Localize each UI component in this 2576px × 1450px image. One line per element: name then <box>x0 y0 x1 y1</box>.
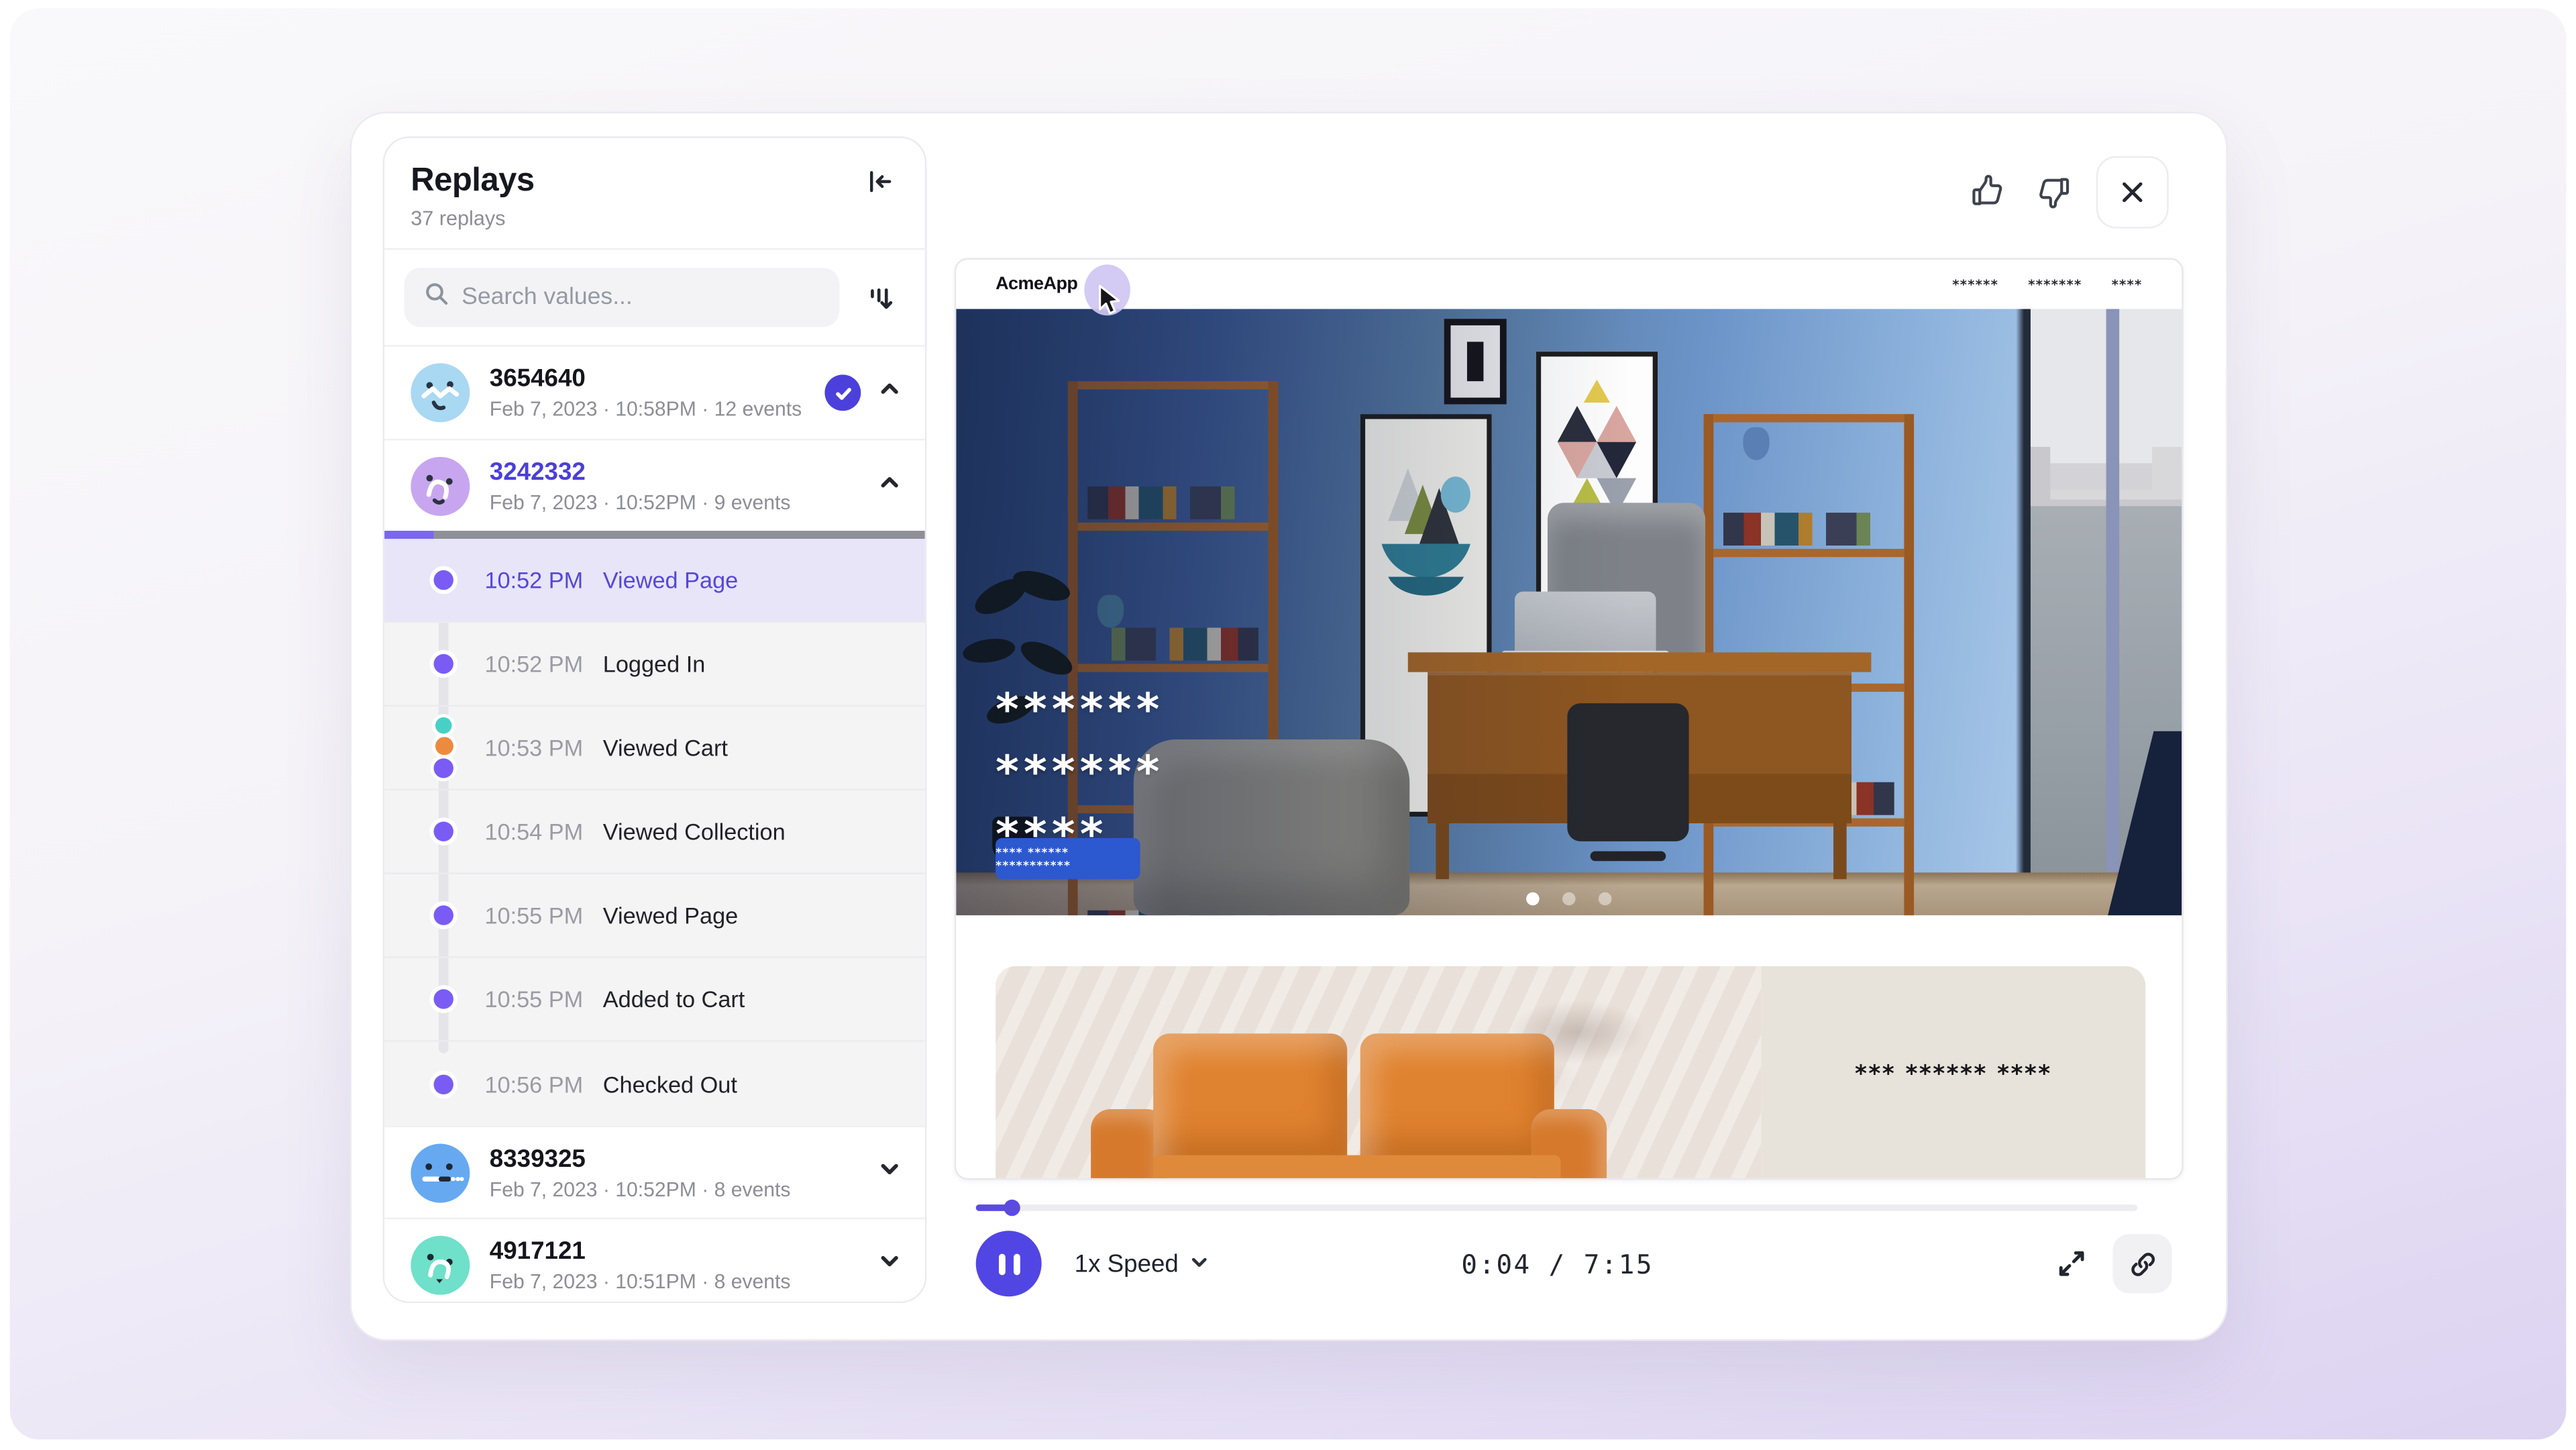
collapse-panel-icon <box>864 177 896 202</box>
event-label: Viewed Cart <box>603 735 728 761</box>
chevron-up-icon[interactable] <box>877 376 902 409</box>
event-time: 10:52 PM <box>484 567 602 593</box>
thumbs-down-button[interactable] <box>2031 169 2077 215</box>
event-time: 10:55 PM <box>484 986 602 1012</box>
search-row <box>384 250 925 345</box>
replays-sidebar: Replays 37 replays <box>383 136 927 1303</box>
product-text-panel: *** ****** **** <box>1761 966 2145 1180</box>
search-box <box>404 268 839 327</box>
event-row[interactable]: 10:54 PM Viewed Collection <box>384 790 925 874</box>
collapse-sidebar-button[interactable] <box>861 162 898 200</box>
avatar <box>411 1143 470 1202</box>
playback-time: 0:04 / 7:15 <box>976 1248 2139 1280</box>
sort-button[interactable] <box>853 278 905 316</box>
event-label: Logged In <box>603 651 706 677</box>
session-id: 8339325 <box>490 1145 791 1173</box>
session-id: 4917121 <box>490 1237 791 1265</box>
replayed-site-header: AcmeApp ****** ******* **** <box>956 260 2182 309</box>
event-label: Viewed Page <box>603 902 738 928</box>
page-title: Replays <box>411 162 534 200</box>
player-controls: 1x Speed 0:04 / 7:15 <box>976 1231 2172 1296</box>
session-id: 3242332 <box>490 458 791 486</box>
session-row[interactable]: 4917121 Feb 7, 2023 · 10:51PM · 8 events <box>384 1218 925 1303</box>
search-icon <box>424 281 449 314</box>
session-row[interactable]: 3654640 Feb 7, 2023 · 10:58PM · 12 event… <box>384 347 925 439</box>
product-masked-text: *** ****** **** <box>1855 1061 2052 1087</box>
carousel-dots <box>956 892 2182 906</box>
product-card: *** ****** **** <box>996 966 2145 1180</box>
toolbar <box>1965 156 2169 229</box>
avatar <box>411 363 470 422</box>
hero-cta-button: **** ****** *********** <box>996 838 1140 879</box>
replay-modal: Replays 37 replays <box>350 112 2228 1341</box>
event-row[interactable]: 10:55 PM Viewed Page <box>384 874 925 958</box>
event-row[interactable]: 10:52 PM Viewed Page <box>384 539 925 623</box>
watched-check-badge <box>824 374 861 411</box>
scrubber-knob[interactable] <box>1004 1200 1020 1216</box>
product-photo <box>996 966 1761 1180</box>
avatar <box>411 456 470 515</box>
replayed-site-logo: AcmeApp <box>996 274 1077 294</box>
event-time: 10:52 PM <box>484 651 602 677</box>
event-label: Viewed Collection <box>603 819 786 845</box>
event-row[interactable]: 10:56 PM Checked Out <box>384 1042 925 1126</box>
session-meta: Feb 7, 2023 · 10:52PM · 9 events <box>490 490 791 513</box>
event-dot-icon <box>434 905 453 925</box>
carousel-dot <box>1599 892 1612 906</box>
session-row[interactable]: 8339325 Feb 7, 2023 · 10:52PM · 8 events <box>384 1126 925 1218</box>
replay-viewport: AcmeApp ****** ******* **** <box>955 258 2184 1180</box>
event-row[interactable]: 10:53 PM Viewed Cart <box>384 707 925 790</box>
session-row-active[interactable]: 3242332 Feb 7, 2023 · 10:52PM · 9 events <box>384 439 925 531</box>
sidebar-header: Replays 37 replays <box>384 138 925 248</box>
event-dot-icon <box>434 821 453 841</box>
cursor-icon <box>1097 284 1120 324</box>
event-label: Added to Cart <box>603 986 745 1012</box>
carousel-dot <box>1562 892 1576 906</box>
event-dot-icon <box>434 654 453 674</box>
close-button[interactable] <box>2096 156 2169 229</box>
event-label: Checked Out <box>603 1071 737 1097</box>
event-dot-icon <box>434 1074 453 1093</box>
event-row[interactable]: 10:55 PM Added to Cart <box>384 958 925 1042</box>
session-id: 3654640 <box>490 365 802 393</box>
nav-item-masked: **** <box>2112 277 2143 292</box>
app-window: Replays 37 replays <box>0 0 2576 1450</box>
thumbs-up-button[interactable] <box>1965 169 2011 215</box>
event-timeline: 10:52 PM Viewed Page 10:52 PM Logged In … <box>384 539 925 1125</box>
event-time: 10:56 PM <box>484 1071 602 1097</box>
event-dot-icon <box>434 989 453 1008</box>
event-dot-icon <box>434 570 453 590</box>
avatar <box>411 1235 470 1294</box>
close-icon <box>2118 177 2147 207</box>
event-time: 10:54 PM <box>484 819 602 845</box>
event-multi-dot-icon <box>434 717 453 778</box>
thumbs-down-icon <box>2034 193 2074 217</box>
nav-item-masked: ****** <box>1952 277 1998 292</box>
chevron-down-icon[interactable] <box>877 1248 902 1281</box>
session-progress-track <box>433 531 925 539</box>
event-label: Viewed Page <box>603 567 738 593</box>
chevron-down-icon[interactable] <box>877 1156 902 1189</box>
replayed-site-nav: ****** ******* **** <box>1952 277 2142 292</box>
session-meta: Feb 7, 2023 · 10:58PM · 12 events <box>490 398 802 421</box>
session-meta: Feb 7, 2023 · 10:52PM · 8 events <box>490 1178 791 1200</box>
playback-scrubber[interactable] <box>976 1200 2137 1216</box>
hero-image: ****** ********** **** **** ****** *****… <box>956 309 2182 915</box>
event-row[interactable]: 10:52 PM Logged In <box>384 623 925 707</box>
session-playback-progress <box>384 531 925 539</box>
chevron-up-icon[interactable] <box>877 469 902 502</box>
carousel-dot-active <box>1526 892 1540 906</box>
thumbs-up-icon <box>1968 193 2008 217</box>
nav-item-masked: ******* <box>2028 277 2082 292</box>
event-time: 10:55 PM <box>484 902 602 928</box>
scrubber-track[interactable] <box>976 1204 2137 1211</box>
search-input[interactable] <box>462 284 820 311</box>
session-meta: Feb 7, 2023 · 10:51PM · 8 events <box>490 1270 791 1292</box>
event-time: 10:53 PM <box>484 735 602 761</box>
replay-count: 37 replays <box>411 207 534 230</box>
sort-descending-icon <box>863 293 895 318</box>
session-progress-fill <box>384 531 433 539</box>
